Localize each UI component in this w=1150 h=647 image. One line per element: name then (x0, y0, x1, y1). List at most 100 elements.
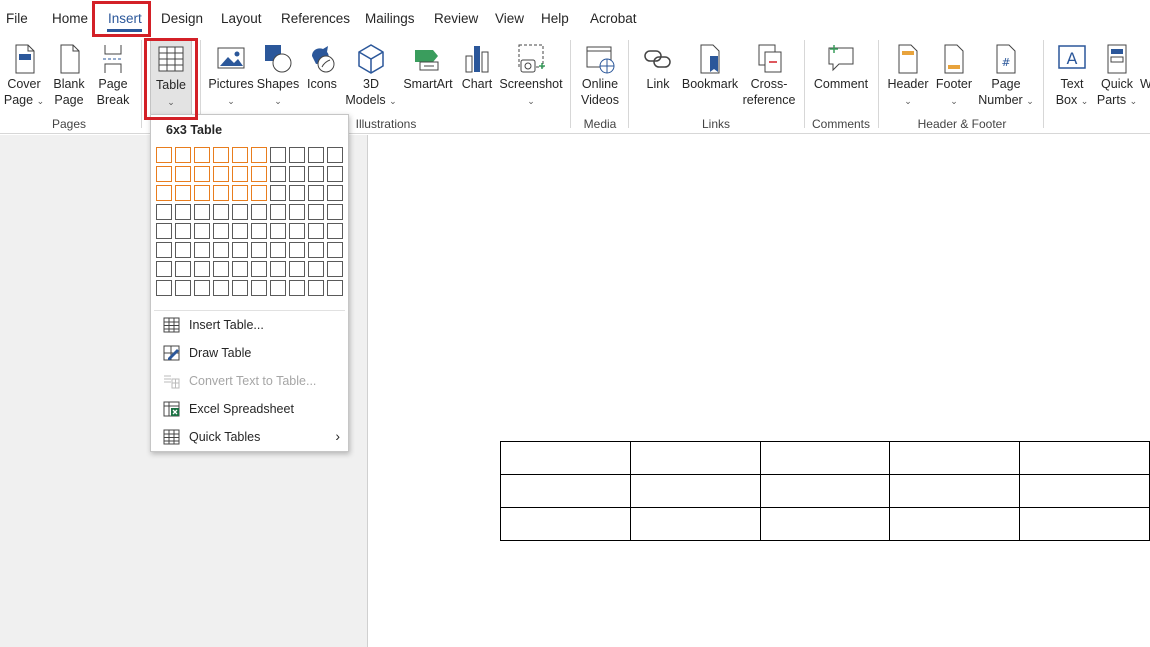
grid-cell[interactable] (308, 166, 324, 182)
wordart-button-partial[interactable]: W (1140, 36, 1150, 122)
grid-cell[interactable] (308, 242, 324, 258)
grid-cell[interactable] (156, 147, 172, 163)
grid-cell[interactable] (213, 280, 229, 296)
icons-button[interactable]: Icons (300, 36, 344, 122)
grid-cell[interactable] (289, 166, 305, 182)
tab-file[interactable]: File (6, 11, 28, 26)
grid-cell[interactable] (308, 185, 324, 201)
table-cell[interactable] (759, 474, 891, 508)
grid-cell[interactable] (175, 147, 191, 163)
grid-cell[interactable] (251, 166, 267, 182)
grid-cell[interactable] (251, 242, 267, 258)
grid-cell[interactable] (289, 185, 305, 201)
bookmark-button[interactable]: Bookmark (680, 36, 740, 122)
grid-cell[interactable] (156, 204, 172, 220)
grid-cell[interactable] (251, 185, 267, 201)
tab-mailings[interactable]: Mailings (365, 11, 415, 26)
grid-cell[interactable] (289, 204, 305, 220)
grid-cell[interactable] (232, 242, 248, 258)
smartart-button[interactable]: SmartArt (401, 36, 455, 122)
grid-cell[interactable] (251, 280, 267, 296)
document-page[interactable] (367, 135, 1150, 647)
page-number-button[interactable]: # Page Number ⌄ (976, 36, 1036, 122)
table-cell[interactable] (759, 507, 891, 541)
cover-page-button[interactable]: Cover Page ⌄ (0, 36, 48, 122)
grid-cell[interactable] (194, 261, 210, 277)
grid-cell[interactable] (213, 147, 229, 163)
grid-cell[interactable] (213, 242, 229, 258)
screenshot-button[interactable]: Screenshot ⌄ (498, 36, 564, 122)
grid-cell[interactable] (213, 223, 229, 239)
grid-cell[interactable] (156, 223, 172, 239)
table-cell[interactable] (889, 441, 1021, 475)
grid-cell[interactable] (213, 166, 229, 182)
grid-cell[interactable] (289, 223, 305, 239)
grid-cell[interactable] (327, 147, 343, 163)
tab-help[interactable]: Help (541, 11, 569, 26)
grid-cell[interactable] (327, 185, 343, 201)
grid-cell[interactable] (175, 280, 191, 296)
blank-page-button[interactable]: Blank Page (47, 36, 91, 122)
tab-layout[interactable]: Layout (221, 11, 262, 26)
comment-button[interactable]: Comment (810, 36, 872, 122)
grid-cell[interactable] (194, 280, 210, 296)
grid-cell[interactable] (232, 223, 248, 239)
grid-cell[interactable] (232, 185, 248, 201)
text-box-button[interactable]: A Text Box ⌄ (1050, 36, 1094, 122)
grid-cell[interactable] (270, 242, 286, 258)
grid-cell[interactable] (270, 261, 286, 277)
grid-cell[interactable] (232, 280, 248, 296)
shapes-button[interactable]: Shapes ⌄ (256, 36, 300, 122)
table-cell[interactable] (889, 474, 1021, 508)
grid-cell[interactable] (327, 280, 343, 296)
grid-cell[interactable] (194, 147, 210, 163)
menu-item-insert-table[interactable]: Insert Table... (151, 311, 348, 339)
grid-cell[interactable] (270, 147, 286, 163)
table-cell[interactable] (1019, 441, 1150, 475)
grid-cell[interactable] (156, 261, 172, 277)
grid-cell[interactable] (327, 261, 343, 277)
document-table[interactable] (500, 441, 1150, 541)
table-cell[interactable] (500, 441, 631, 475)
tab-home[interactable]: Home (52, 11, 88, 26)
tab-view[interactable]: View (495, 11, 524, 26)
pictures-button[interactable]: Pictures ⌄ (206, 36, 256, 122)
table-cell[interactable] (1019, 507, 1150, 541)
grid-cell[interactable] (308, 261, 324, 277)
grid-cell[interactable] (251, 147, 267, 163)
chart-button[interactable]: Chart (456, 36, 498, 122)
header-button[interactable]: Header ⌄ (884, 36, 932, 122)
grid-cell[interactable] (194, 204, 210, 220)
grid-cell[interactable] (175, 223, 191, 239)
grid-cell[interactable] (156, 166, 172, 182)
table-cell[interactable] (500, 474, 631, 508)
3d-models-button[interactable]: 3D Models ⌄ (344, 36, 398, 122)
grid-cell[interactable] (194, 166, 210, 182)
grid-cell[interactable] (327, 223, 343, 239)
grid-cell[interactable] (270, 204, 286, 220)
grid-cell[interactable] (270, 223, 286, 239)
grid-cell[interactable] (156, 242, 172, 258)
grid-cell[interactable] (289, 261, 305, 277)
grid-cell[interactable] (194, 242, 210, 258)
table-cell[interactable] (629, 507, 761, 541)
quick-parts-button[interactable]: Quick Parts ⌄ (1094, 36, 1140, 122)
tab-references[interactable]: References (281, 11, 350, 26)
footer-button[interactable]: Footer ⌄ (932, 36, 976, 122)
table-cell[interactable] (629, 474, 761, 508)
grid-cell[interactable] (327, 242, 343, 258)
grid-cell[interactable] (232, 204, 248, 220)
grid-cell[interactable] (194, 223, 210, 239)
grid-cell[interactable] (270, 280, 286, 296)
grid-cell[interactable] (251, 204, 267, 220)
grid-cell[interactable] (289, 147, 305, 163)
tab-review[interactable]: Review (434, 11, 478, 26)
table-cell[interactable] (1019, 474, 1150, 508)
grid-cell[interactable] (270, 166, 286, 182)
menu-item-excel-spreadsheet[interactable]: Excel Spreadsheet (151, 395, 348, 423)
grid-cell[interactable] (232, 166, 248, 182)
grid-cell[interactable] (270, 185, 286, 201)
menu-item-quick-tables[interactable]: Quick Tables › (151, 423, 348, 451)
grid-cell[interactable] (308, 223, 324, 239)
grid-cell[interactable] (327, 166, 343, 182)
